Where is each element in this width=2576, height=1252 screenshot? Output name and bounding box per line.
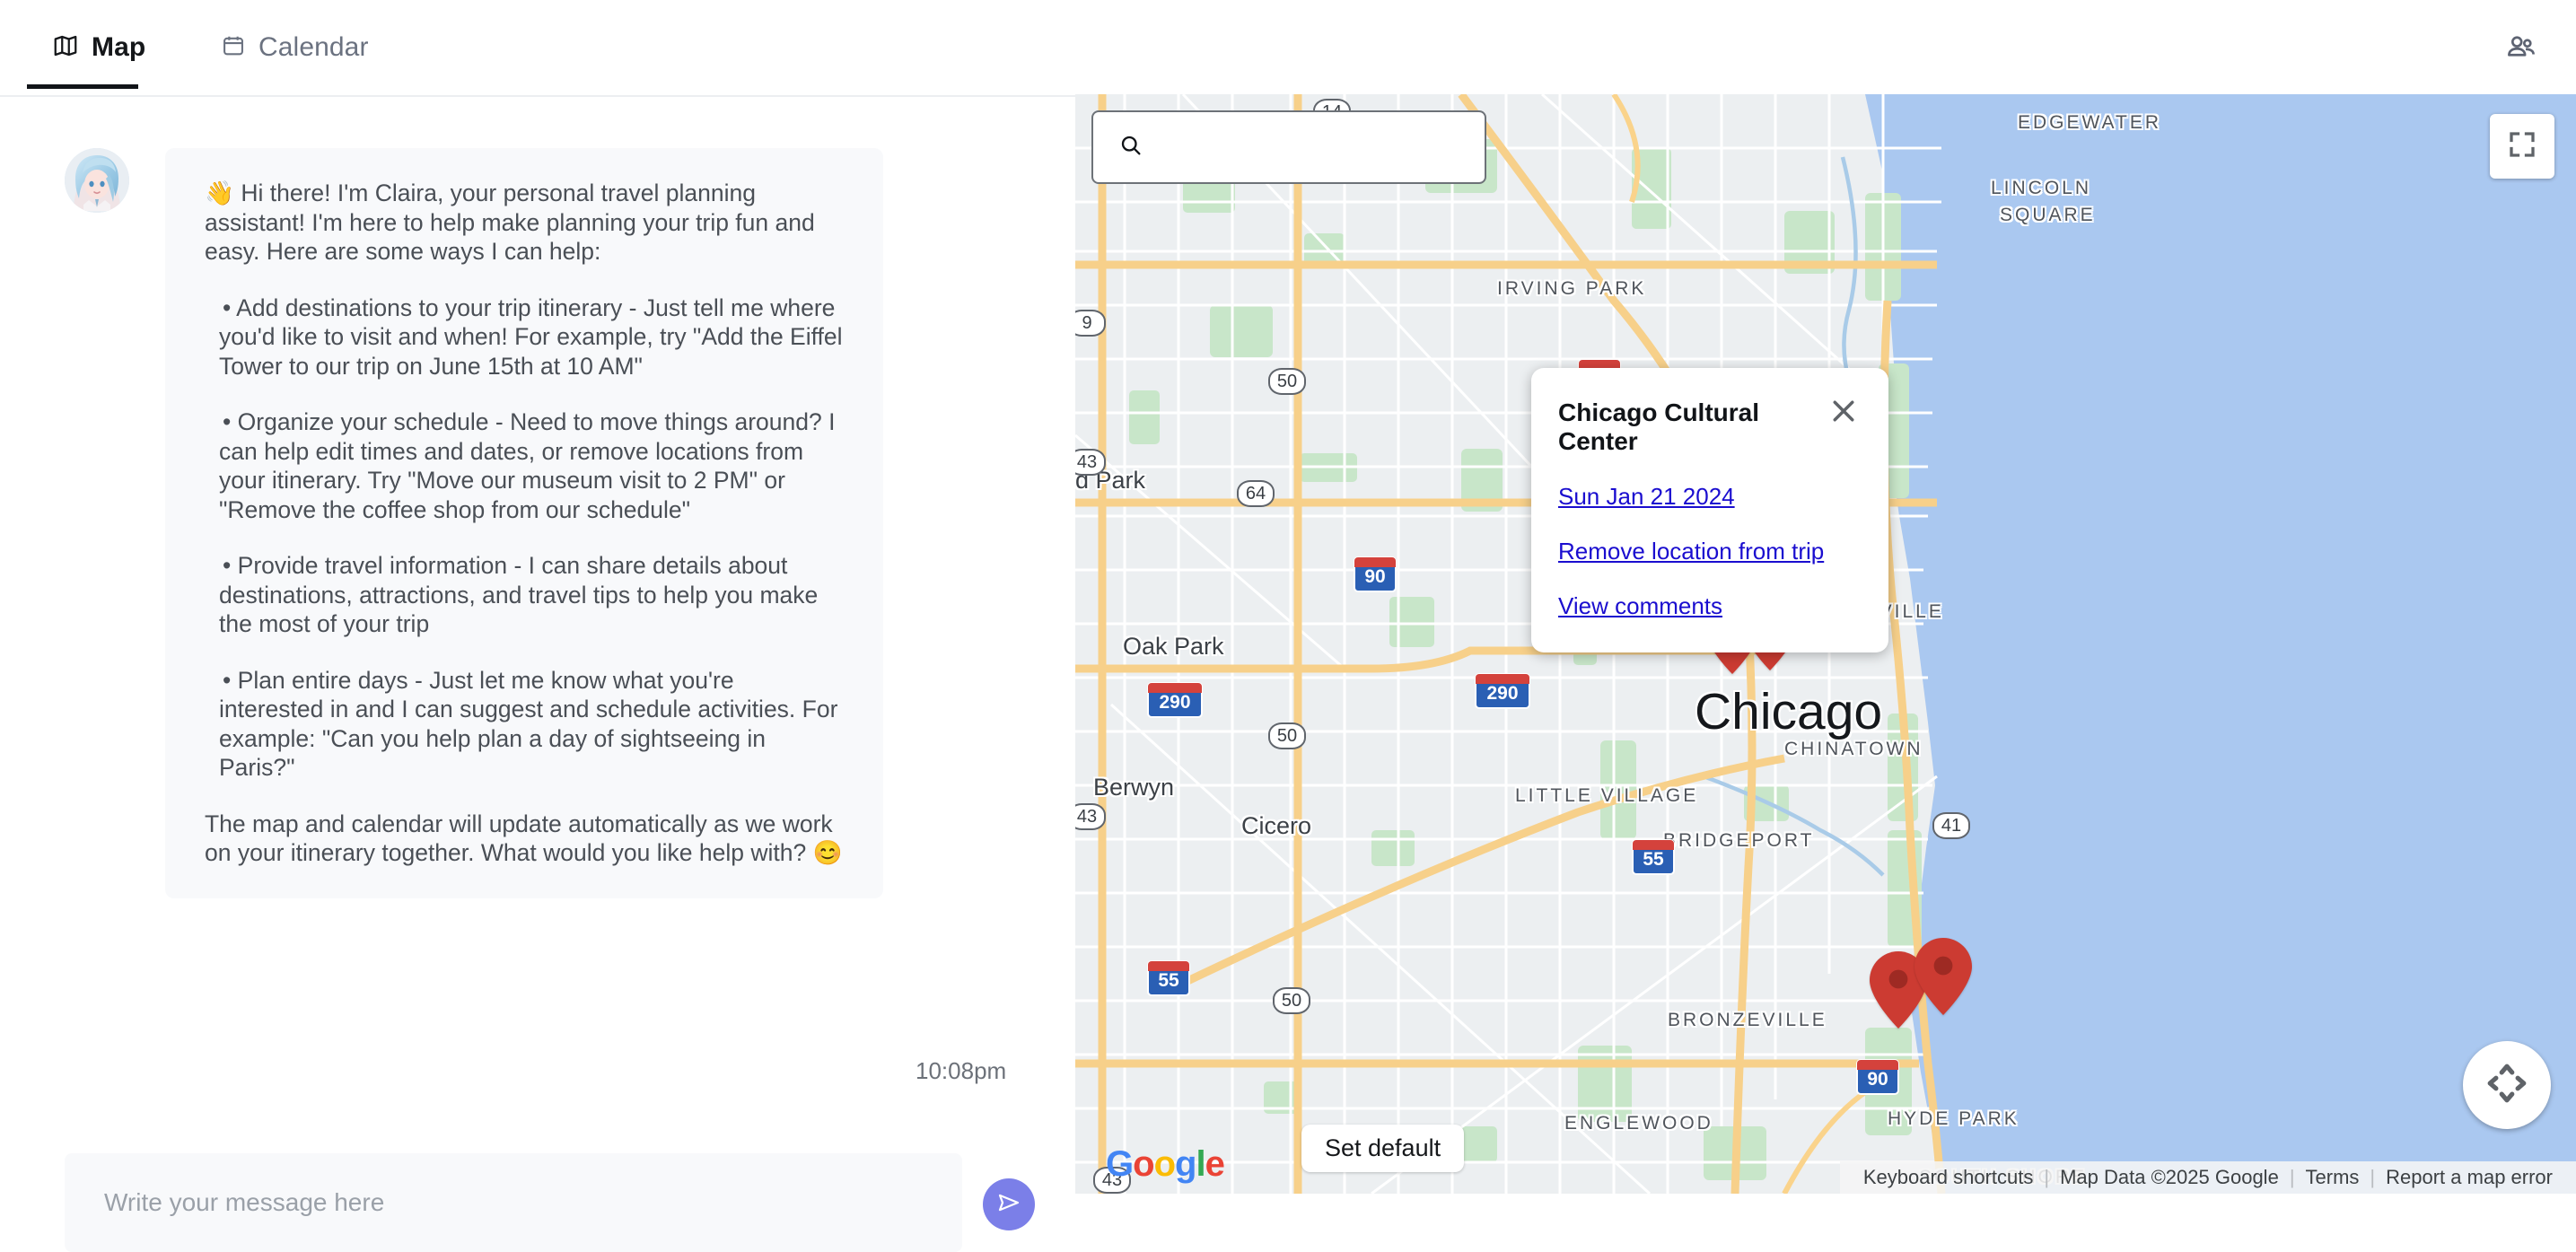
send-button[interactable]	[983, 1178, 1035, 1230]
interstate-shield: 90	[1354, 556, 1397, 592]
message-closing: The map and calendar will update automat…	[205, 810, 843, 867]
people-icon	[2504, 31, 2538, 69]
calendar-icon	[221, 33, 246, 63]
route-shield: 43	[1075, 449, 1106, 476]
message-bullet-2: • Organize your schedule - Need to move …	[219, 408, 836, 523]
search-icon	[1118, 133, 1143, 162]
people-button[interactable]	[2495, 23, 2547, 75]
map-attribution: Keyboard shortcuts | Map Data ©2025 Goog…	[1839, 1161, 2576, 1194]
message-greeting: 👋 Hi there! I'm Claira, your personal tr…	[205, 179, 815, 265]
location-info-popup[interactable]: Chicago Cultural Center Sun Jan 21 2024 …	[1531, 368, 1888, 652]
map-icon	[52, 32, 79, 64]
close-icon[interactable]	[1827, 395, 1860, 432]
route-shield: 50	[1273, 987, 1310, 1014]
message-bullet-1: • Add destinations to your trip itinerar…	[219, 293, 843, 380]
map-search-input[interactable]	[1160, 133, 1459, 162]
route-shield: 41	[1932, 812, 1970, 839]
avatar	[65, 148, 129, 213]
fullscreen-icon	[2506, 128, 2538, 165]
popup-link-remove[interactable]: Remove location from trip	[1558, 538, 1860, 565]
chat-panel: 👋 Hi there! I'm Claira, your personal tr…	[0, 99, 1075, 1252]
map-container[interactable]: EDGEWATER LINCOLN SQUARE IRVING PARK LOG…	[1075, 94, 2576, 1194]
assistant-message-bubble: 👋 Hi there! I'm Claira, your personal tr…	[165, 148, 883, 898]
report-error-link[interactable]: Report a map error	[2375, 1166, 2563, 1189]
route-shield: 50	[1268, 368, 1306, 395]
map-search-box[interactable]	[1091, 110, 1486, 184]
popup-title: Chicago Cultural Center	[1558, 398, 1760, 455]
active-tab-indicator	[27, 84, 138, 89]
message-composer[interactable]	[65, 1153, 962, 1252]
interstate-shield: 55	[1632, 839, 1675, 875]
popup-link-comments[interactable]: View comments	[1558, 592, 1860, 620]
tab-map[interactable]: Map	[47, 20, 151, 75]
interstate-shield: 290	[1147, 682, 1203, 718]
route-shield: 43	[1075, 803, 1106, 830]
tab-map-label: Map	[92, 32, 146, 62]
interstate-shield: 290	[1475, 673, 1530, 709]
tab-calendar[interactable]: Calendar	[215, 20, 374, 75]
google-logo: Google	[1106, 1144, 1225, 1184]
pan-control-button[interactable]	[2463, 1041, 2551, 1129]
interstate-shield: 90	[1856, 1059, 1899, 1095]
popup-link-date[interactable]: Sun Jan 21 2024	[1558, 483, 1860, 511]
map-pin[interactable]	[1914, 938, 1972, 1015]
pan-control-icon	[2481, 1057, 2533, 1114]
map-data-text: Map Data ©2025 Google	[2060, 1166, 2279, 1188]
fullscreen-button[interactable]	[2490, 114, 2554, 179]
message-input[interactable]	[104, 1188, 923, 1217]
tab-calendar-label: Calendar	[258, 32, 369, 62]
route-shield: 50	[1268, 722, 1306, 749]
terms-link[interactable]: Terms	[2295, 1166, 2370, 1189]
popup-header: Chicago Cultural Center	[1558, 398, 1860, 456]
route-shield: 9	[1075, 310, 1106, 337]
message-bullet-3: • Provide travel information - I can sha…	[219, 552, 819, 637]
route-shield: 64	[1237, 480, 1275, 507]
interstate-shield: 55	[1147, 960, 1190, 996]
message-bullet-4: • Plan entire days - Just let me know wh…	[219, 666, 838, 782]
top-tab-bar: Map Calendar	[0, 0, 2576, 97]
set-default-button[interactable]: Set default	[1301, 1125, 1465, 1172]
message-timestamp: 10:08pm	[916, 1057, 1007, 1084]
keyboard-shortcuts-link[interactable]: Keyboard shortcuts	[1853, 1166, 2045, 1189]
